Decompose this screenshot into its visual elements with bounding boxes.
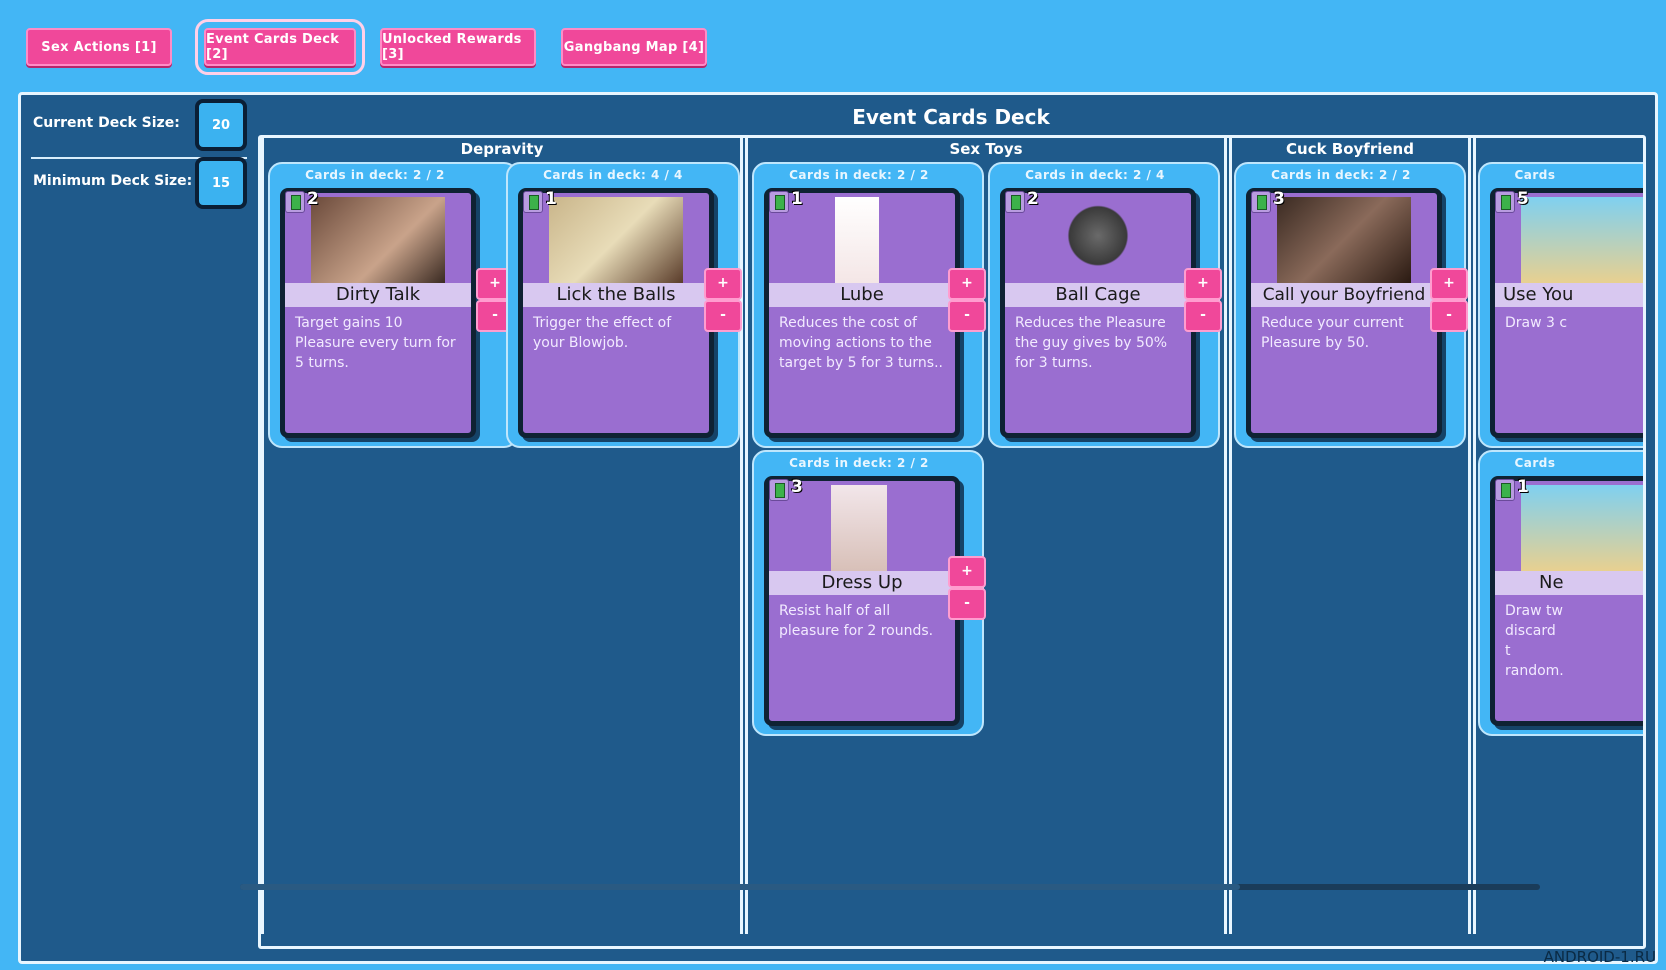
card-cost: 1 [791, 189, 803, 209]
card-cost: 2 [307, 189, 319, 209]
current-deck-size-value: 20 [195, 99, 247, 151]
card-name: Lube [769, 283, 955, 307]
card-slot: Cards in deck: 2 / 2 1 Lube Reduces the … [752, 162, 986, 448]
card-name: Use You [1495, 283, 1643, 307]
energy-icon [1251, 191, 1271, 213]
tab-sex-actions[interactable]: Sex Actions [1] [26, 28, 172, 66]
cards-in-deck-count: Cards in deck: 2 / 2 [789, 456, 929, 470]
minimum-deck-size-label: Minimum Deck Size: [33, 173, 193, 189]
card-slot: Cards 1 Ne Draw tw discard t random. [1478, 450, 1643, 736]
card-description: Draw tw discard t random. [1505, 603, 1564, 679]
cards-in-deck-count: Cards [1514, 456, 1556, 470]
energy-icon [1495, 479, 1515, 501]
energy-icon [285, 191, 305, 213]
remove-card-button[interactable]: - [948, 588, 986, 620]
card-cost: 2 [1027, 189, 1039, 209]
card-name: Call your Boyfriend [1251, 283, 1437, 307]
card-description: Draw 3 c [1505, 315, 1568, 331]
add-card-button[interactable]: + [1430, 268, 1468, 300]
card-name: Ball Cage [1005, 283, 1191, 307]
card-name: Lick the Balls [523, 283, 709, 307]
card-image [1521, 485, 1643, 571]
event-card-dress-up[interactable]: 3 Dress Up Resist half of all pleasure f… [764, 476, 960, 726]
cards-in-deck-count: Cards in deck: 2 / 2 [1271, 168, 1411, 182]
event-card-lube[interactable]: 1 Lube Reduces the cost of moving action… [764, 188, 960, 438]
card-image [311, 197, 445, 283]
card-cost: 5 [1517, 189, 1529, 209]
deck-panel: Current Deck Size: 20 Minimum Deck Size:… [18, 92, 1658, 964]
tab-event-cards-deck[interactable]: Event Cards Deck [2] [195, 19, 365, 75]
scrollbar-thumb[interactable] [240, 884, 1240, 890]
remove-card-button[interactable]: - [704, 300, 742, 332]
card-description: Reduces the Pleasure the guy gives by 50… [1015, 315, 1168, 371]
tab-unlocked-rewards[interactable]: Unlocked Rewards [3] [380, 28, 536, 66]
add-card-button[interactable]: + [704, 268, 742, 300]
event-card-call-your-boyfriend[interactable]: 3 Call your Boyfriend Reduce your curren… [1246, 188, 1442, 438]
card-cost: 3 [1273, 189, 1285, 209]
add-card-button[interactable]: + [948, 556, 986, 588]
cards-in-deck-count: Cards in deck: 2 / 4 [1025, 168, 1165, 182]
card-image [835, 197, 879, 283]
tab-gangbang-map[interactable]: Gangbang Map [4] [561, 28, 707, 66]
event-card-partial[interactable]: 1 Ne Draw tw discard t random. [1490, 476, 1643, 726]
energy-icon [769, 479, 789, 501]
event-card-use-you[interactable]: 5 Use You Draw 3 c [1490, 188, 1643, 438]
add-card-button[interactable]: + [1184, 268, 1222, 300]
category-scroll-area[interactable]: Depravity Cards in deck: 2 / 2 2 Dirty T… [258, 135, 1646, 949]
card-image [1277, 197, 1411, 283]
category-cuck-boyfriend: Cuck Boyfriend Cards in deck: 2 / 2 3 Ca… [1229, 138, 1471, 934]
watermark: ANDROID-1.RU [1543, 948, 1656, 966]
cards-in-deck-count: Cards in deck: 2 / 2 [305, 168, 445, 182]
event-card-lick-the-balls[interactable]: 1 Lick the Balls Trigger the effect of y… [518, 188, 714, 438]
horizontal-scrollbar[interactable] [240, 884, 1540, 890]
category-title: Sex Toys [949, 140, 1023, 158]
card-slot: Cards 5 Use You Draw 3 c [1478, 162, 1643, 448]
category-sex-toys: Sex Toys Cards in deck: 2 / 2 1 Lube Red… [745, 138, 1227, 934]
card-description: Resist half of all pleasure for 2 rounds… [779, 603, 934, 639]
remove-card-button[interactable]: - [1184, 300, 1222, 332]
energy-icon [1495, 191, 1515, 213]
energy-icon [1005, 191, 1025, 213]
category-depravity: Depravity Cards in deck: 2 / 2 2 Dirty T… [261, 138, 743, 934]
card-image [1031, 197, 1165, 283]
card-name: Dress Up [769, 571, 955, 595]
card-description: Reduces the cost of moving actions to th… [779, 315, 943, 371]
card-slot: Cards in deck: 4 / 4 1 Lick the Balls Tr… [506, 162, 742, 448]
cards-in-deck-count: Cards in deck: 4 / 4 [543, 168, 683, 182]
card-cost: 3 [791, 477, 803, 497]
card-cost: 1 [545, 189, 557, 209]
cards-in-deck-count: Cards [1514, 168, 1556, 182]
card-image [549, 197, 683, 283]
card-slot: Cards in deck: 2 / 2 2 Dirty Talk Target… [268, 162, 518, 448]
current-deck-size-label: Current Deck Size: [33, 115, 180, 131]
category-title: Cuck Boyfriend [1286, 140, 1414, 158]
energy-icon [523, 191, 543, 213]
card-image [831, 485, 887, 571]
category-partial: Cards 5 Use You Draw 3 c Cards 1 Ne Draw… [1473, 138, 1643, 934]
cards-in-deck-count: Cards in deck: 2 / 2 [789, 168, 929, 182]
event-card-dirty-talk[interactable]: 2 Dirty Talk Target gains 10 Pleasure ev… [280, 188, 476, 438]
category-title: Depravity [460, 140, 544, 158]
card-slot: Cards in deck: 2 / 2 3 Call your Boyfrie… [1234, 162, 1468, 448]
card-description: Reduce your current Pleasure by 50. [1261, 315, 1404, 351]
remove-card-button[interactable]: - [948, 300, 986, 332]
card-slot: Cards in deck: 2 / 4 2 Ball Cage Reduces… [988, 162, 1222, 448]
card-image [1521, 197, 1643, 283]
event-card-ball-cage[interactable]: 2 Ball Cage Reduces the Pleasure the guy… [1000, 188, 1196, 438]
add-card-button[interactable]: + [948, 268, 986, 300]
energy-icon [769, 191, 789, 213]
minimum-deck-size-value: 15 [195, 157, 247, 209]
card-slot: Cards in deck: 2 / 2 3 Dress Up Resist h… [752, 450, 986, 736]
card-description: Target gains 10 Pleasure every turn for … [295, 315, 456, 371]
card-name: Ne [1495, 571, 1643, 595]
deck-title: Event Cards Deck [852, 105, 1050, 129]
card-name: Dirty Talk [285, 283, 471, 307]
remove-card-button[interactable]: - [1430, 300, 1468, 332]
card-description: Trigger the effect of your Blowjob. [533, 315, 672, 351]
card-cost: 1 [1517, 477, 1529, 497]
